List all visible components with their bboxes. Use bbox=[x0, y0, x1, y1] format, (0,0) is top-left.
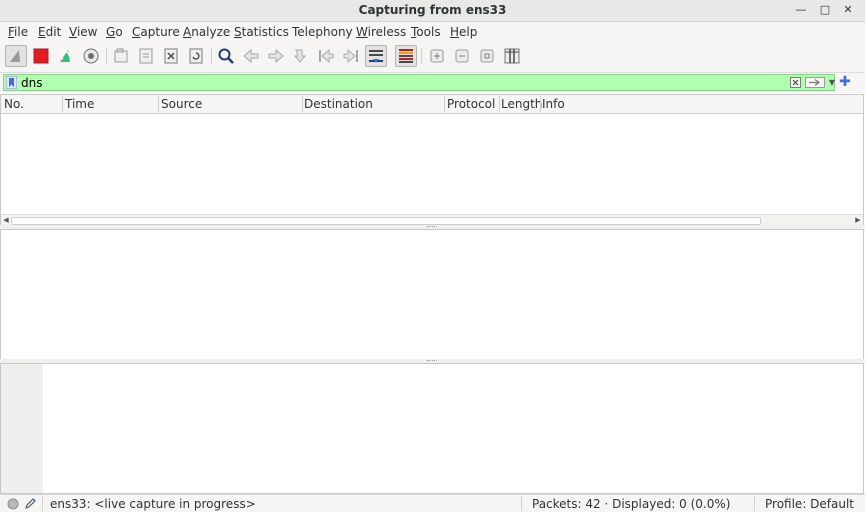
status-bar: ens33: <live capture in progress> Packet… bbox=[0, 494, 865, 512]
menu-file[interactable]: File bbox=[8, 25, 28, 39]
column-no[interactable]: No. bbox=[4, 97, 24, 111]
column-protocol[interactable]: Protocol bbox=[447, 97, 495, 111]
maximize-icon[interactable]: □ bbox=[817, 2, 833, 18]
column-time[interactable]: Time bbox=[65, 97, 94, 111]
status-profile[interactable]: Profile: Default bbox=[765, 497, 854, 511]
menu-statistics[interactable]: Statistics bbox=[234, 25, 289, 39]
close-file-icon[interactable] bbox=[160, 45, 182, 67]
display-filter-text: dns bbox=[21, 76, 43, 90]
go-back-icon[interactable] bbox=[240, 45, 262, 67]
display-filter-bar: dns ▼ ✚ bbox=[0, 73, 865, 93]
packet-details-pane[interactable] bbox=[0, 229, 864, 360]
window-title: Capturing from ens33 bbox=[358, 3, 507, 17]
minimize-icon[interactable]: — bbox=[793, 2, 809, 18]
zoom-in-icon[interactable] bbox=[426, 45, 448, 67]
menu-telephony[interactable]: Telephony bbox=[292, 25, 353, 39]
bytes-offset-gutter bbox=[1, 364, 43, 493]
packet-list[interactable]: No. Time Source Destination Protocol Len… bbox=[0, 94, 864, 226]
first-packet-icon[interactable] bbox=[315, 45, 337, 67]
go-forward-icon[interactable] bbox=[265, 45, 287, 67]
go-to-packet-icon[interactable] bbox=[290, 45, 312, 67]
close-icon[interactable]: ✕ bbox=[840, 2, 856, 18]
find-packet-icon[interactable] bbox=[215, 45, 237, 67]
column-destination[interactable]: Destination bbox=[304, 97, 373, 111]
menu-bar: File Edit View Go Capture Analyze Statis… bbox=[0, 22, 865, 42]
menu-wireless[interactable]: Wireless bbox=[356, 25, 406, 39]
column-source[interactable]: Source bbox=[161, 97, 202, 111]
colorize-icon[interactable] bbox=[395, 45, 417, 67]
add-filter-button-icon[interactable]: ✚ bbox=[838, 75, 852, 89]
expert-info-icon[interactable] bbox=[7, 498, 19, 510]
menu-edit[interactable]: Edit bbox=[38, 25, 61, 39]
menu-capture[interactable]: Capture bbox=[132, 25, 180, 39]
bookmark-icon[interactable] bbox=[6, 76, 17, 89]
start-capture-icon[interactable] bbox=[5, 45, 27, 67]
clear-filter-icon[interactable] bbox=[790, 77, 801, 88]
title-bar: Capturing from ens33 — □ ✕ bbox=[0, 0, 865, 22]
auto-scroll-icon[interactable] bbox=[365, 45, 387, 67]
menu-go[interactable]: Go bbox=[106, 25, 123, 39]
display-filter-input[interactable]: dns ▼ bbox=[3, 74, 835, 91]
open-file-icon[interactable] bbox=[110, 45, 132, 67]
packet-list-header: No. Time Source Destination Protocol Len… bbox=[1, 95, 863, 114]
resize-columns-icon[interactable] bbox=[501, 45, 523, 67]
normal-size-icon[interactable] bbox=[476, 45, 498, 67]
status-packet-count: Packets: 42 · Displayed: 0 (0.0%) bbox=[532, 497, 731, 511]
column-length[interactable]: Length bbox=[501, 97, 542, 111]
capture-comment-icon[interactable] bbox=[24, 497, 37, 510]
status-interface: ens33: <live capture in progress> bbox=[50, 497, 256, 511]
capture-options-icon[interactable] bbox=[80, 45, 102, 67]
last-packet-icon[interactable] bbox=[340, 45, 362, 67]
menu-help[interactable]: Help bbox=[450, 25, 477, 39]
menu-tools[interactable]: Tools bbox=[411, 25, 441, 39]
column-info[interactable]: Info bbox=[542, 97, 565, 111]
stop-capture-icon[interactable] bbox=[30, 45, 52, 67]
recent-filters-dropdown-icon[interactable]: ▼ bbox=[827, 77, 837, 88]
apply-filter-icon[interactable] bbox=[805, 77, 825, 88]
zoom-out-icon[interactable] bbox=[451, 45, 473, 67]
main-toolbar bbox=[0, 42, 865, 73]
restart-capture-icon[interactable] bbox=[55, 45, 77, 67]
scrollbar-thumb[interactable] bbox=[11, 217, 761, 225]
reload-file-icon[interactable] bbox=[185, 45, 207, 67]
packet-bytes-pane[interactable] bbox=[0, 363, 864, 494]
save-file-icon[interactable] bbox=[135, 45, 157, 67]
menu-view[interactable]: View bbox=[69, 25, 97, 39]
menu-analyze[interactable]: Analyze bbox=[183, 25, 230, 39]
